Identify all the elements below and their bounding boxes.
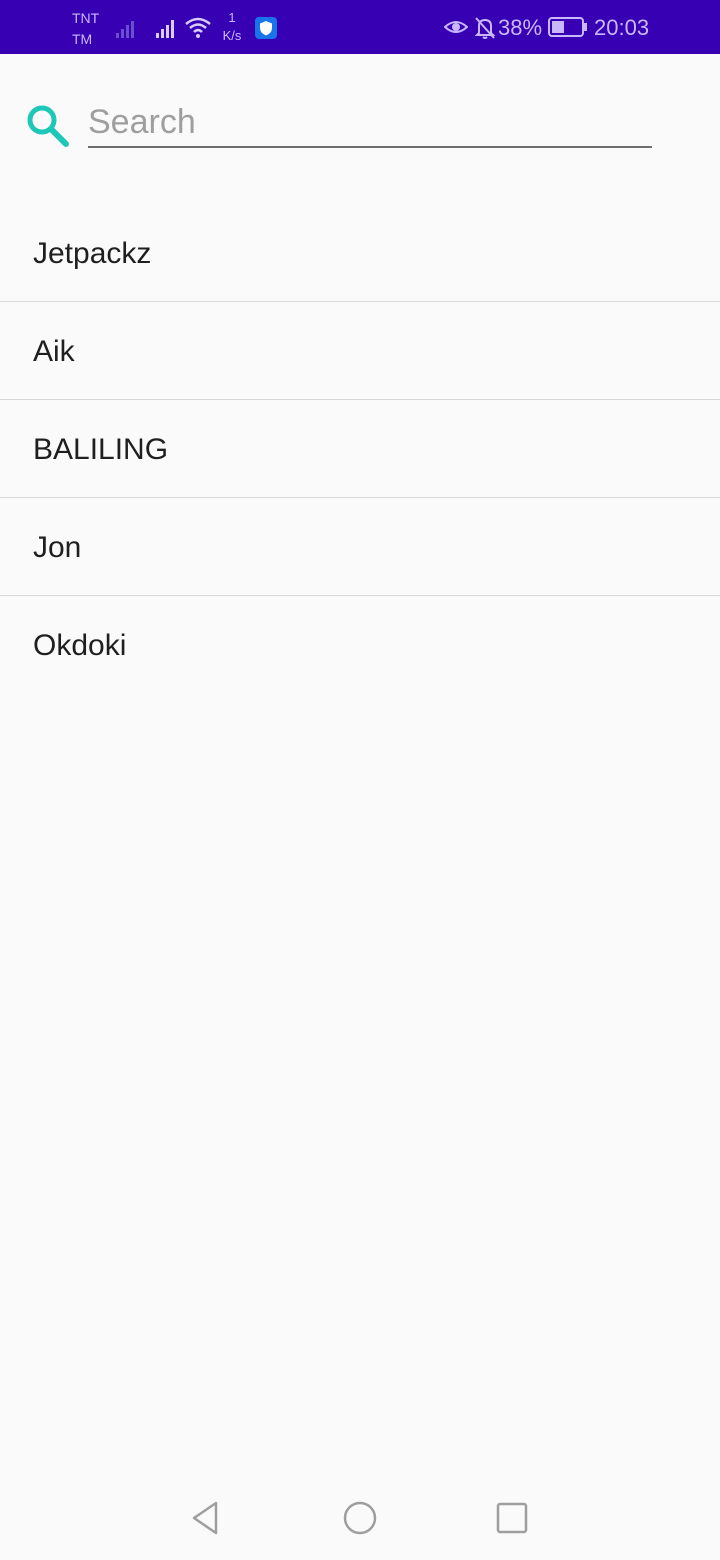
list-item-label: Okdoki: [33, 629, 127, 662]
list-item[interactable]: Jetpackz: [0, 204, 720, 302]
list-item-label: Aik: [33, 335, 75, 368]
net-speed-unit: K/s: [222, 28, 242, 43]
recents-icon[interactable]: [492, 1498, 532, 1538]
battery-icon: [548, 17, 587, 37]
list-item[interactable]: Jon: [0, 498, 720, 596]
list-item-label: Jetpackz: [33, 237, 152, 270]
carrier-line-1: TNT: [72, 10, 100, 26]
net-speed: 1 K/s: [218, 9, 246, 45]
list-item-label: Jon: [33, 531, 82, 564]
search-icon[interactable]: [24, 102, 72, 150]
wifi-icon: [185, 17, 211, 38]
home-icon[interactable]: [340, 1498, 380, 1538]
search-input[interactable]: [88, 98, 652, 148]
signal-weak-icon: [116, 21, 134, 38]
clock: 20:03: [594, 15, 650, 40]
status-bar: TNT TM 1 K/s 38% 20:03: [0, 0, 720, 54]
search-bar: [0, 54, 720, 204]
carrier-label: TNT TM: [72, 8, 99, 50]
navigation-bar: [0, 1476, 720, 1560]
carrier-line-2: TM: [72, 31, 93, 47]
list-item[interactable]: Okdoki: [0, 596, 720, 693]
bell-off-icon: [474, 17, 496, 39]
list-item[interactable]: BALILING: [0, 400, 720, 498]
list-item[interactable]: Aik: [0, 302, 720, 400]
results-list: Jetpackz Aik BALILING Jon Okdoki: [0, 204, 720, 693]
eye-icon: [444, 21, 468, 33]
shield-app-icon: [255, 17, 277, 39]
list-item-label: BALILING: [33, 433, 169, 466]
back-icon[interactable]: [186, 1498, 226, 1538]
net-speed-value: 1: [228, 10, 236, 25]
battery-percent: 38%: [498, 15, 543, 40]
signal-icon: [156, 20, 174, 38]
